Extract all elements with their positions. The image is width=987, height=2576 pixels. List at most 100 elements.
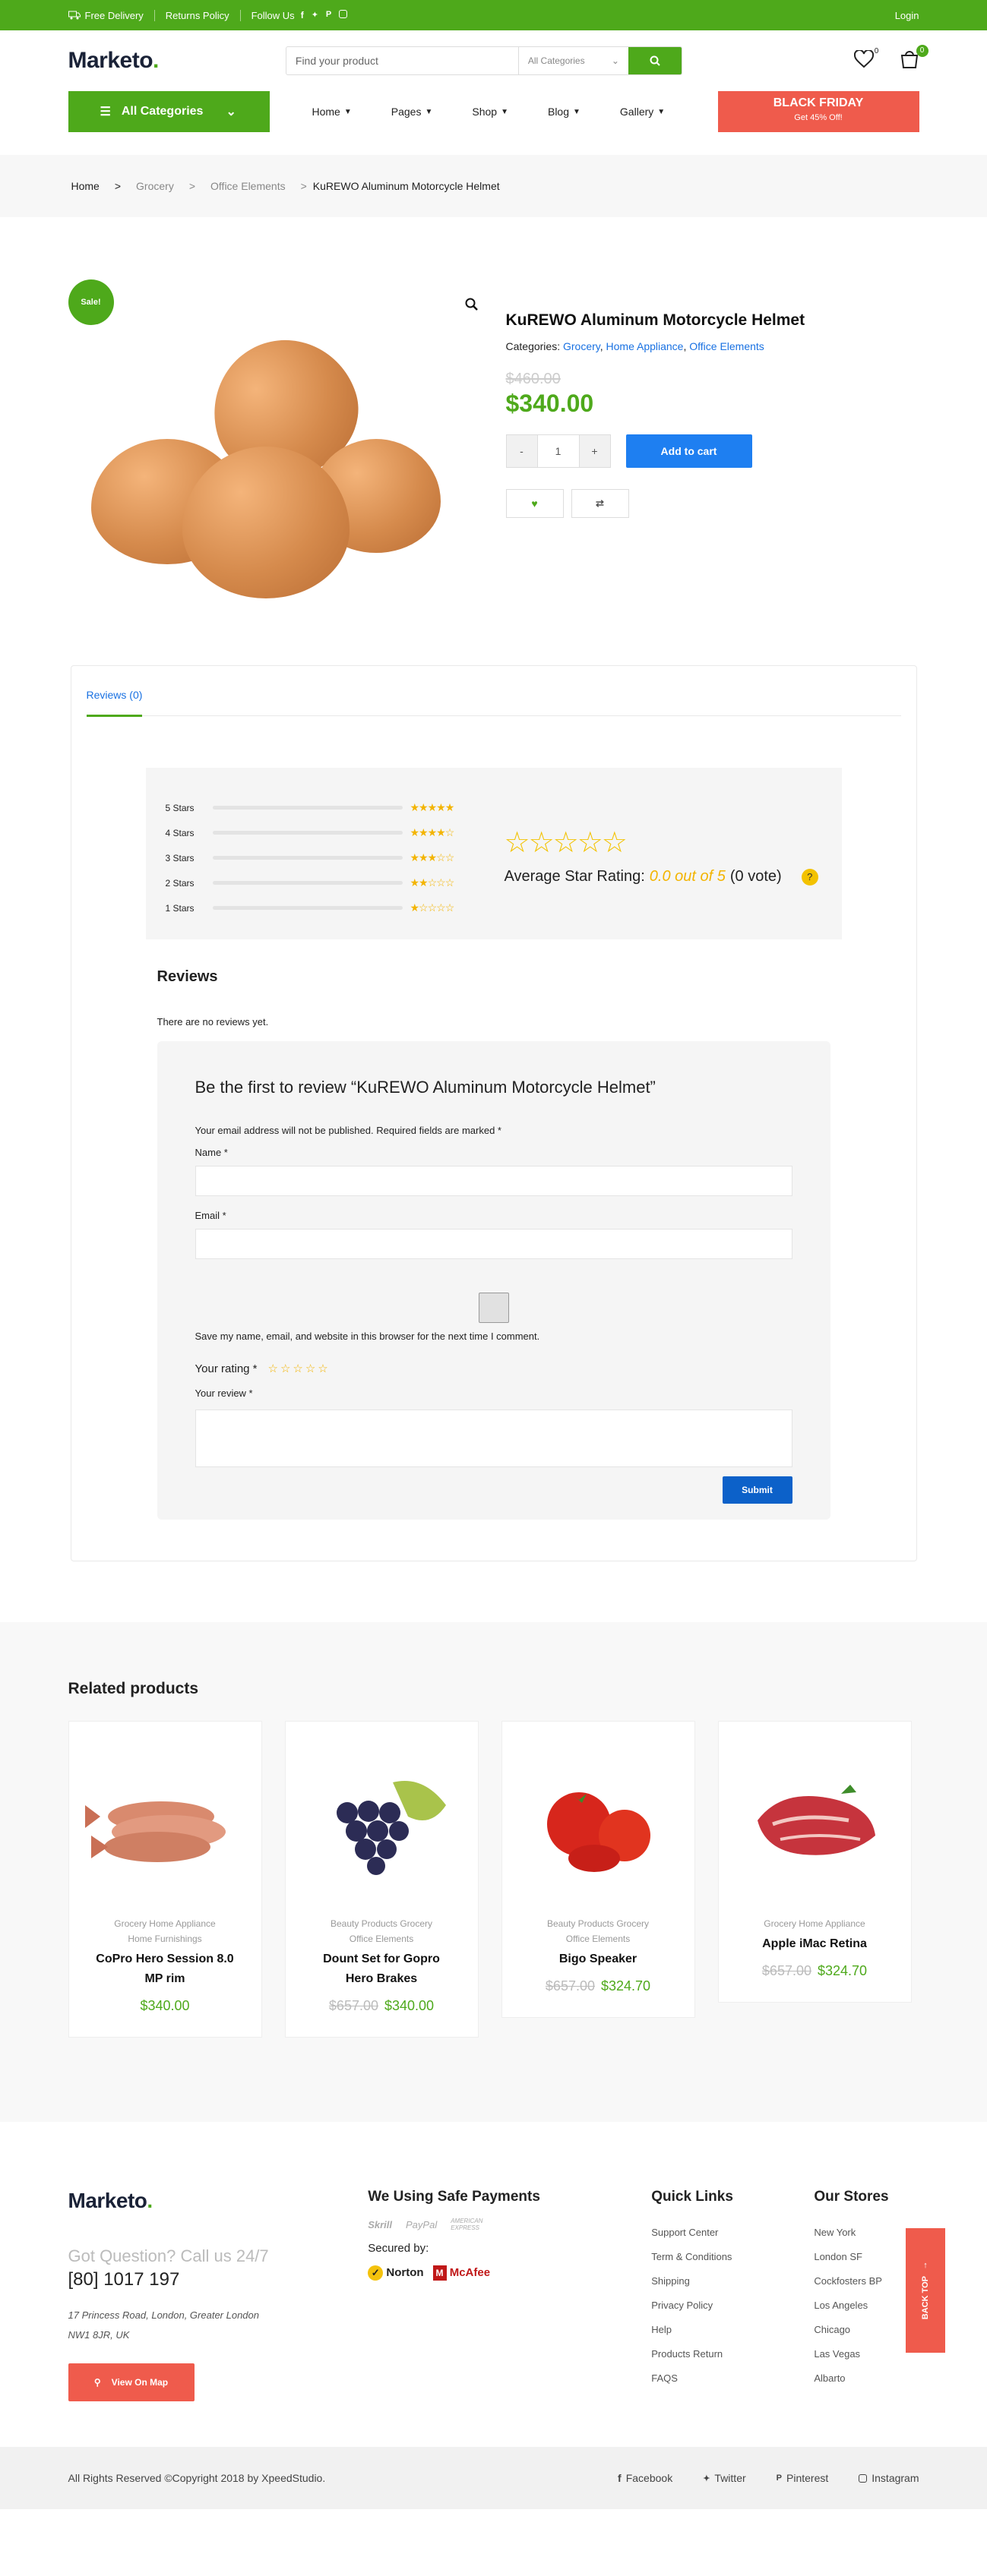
qty-minus-button[interactable]: - (506, 435, 537, 467)
category-link-home-appliance[interactable]: Home Appliance (606, 340, 684, 352)
product-card-name[interactable]: CoPro Hero Session 8.0 MP rim (84, 1949, 246, 1989)
zoom-icon[interactable] (465, 298, 479, 311)
related-heading: Related products (68, 1680, 199, 1697)
login-link[interactable]: Login (895, 10, 919, 21)
logo-dot: . (147, 2189, 153, 2212)
view-on-map-button[interactable]: ⚲ View On Map (68, 2363, 195, 2401)
instagram-icon[interactable] (339, 10, 348, 18)
store-link[interactable]: Albarto (814, 2366, 919, 2391)
map-button-label: View On Map (111, 2377, 169, 2388)
footer-link[interactable]: Term & Conditions (651, 2245, 814, 2269)
twitter-icon[interactable]: ✦ (312, 10, 318, 21)
footer-link[interactable]: FAQS (651, 2366, 814, 2391)
product-card-name[interactable]: Apple iMac Retina (734, 1934, 896, 1954)
store-link[interactable]: London SF (814, 2245, 919, 2269)
category-text: Beauty Products Grocery (330, 1918, 433, 1929)
save-info-checkbox[interactable] (478, 1293, 509, 1323)
rating-stars-input[interactable]: ☆☆☆☆☆ (268, 1362, 331, 1375)
back-to-top-button[interactable]: ↑ BACK TOP (906, 2228, 945, 2353)
social-link-instagram[interactable]: Instagram (859, 2472, 919, 2484)
facebook-icon[interactable]: f (301, 10, 304, 21)
nav-item-blog[interactable]: Blog ▼ (548, 106, 580, 118)
average-rating-label: Average Star Rating: (504, 868, 645, 885)
payments-heading: We Using Safe Payments (368, 2189, 540, 2205)
all-categories-button[interactable]: ☰ All Categories ⌄ (68, 91, 270, 132)
product-card-name[interactable]: Bigo Speaker (517, 1949, 679, 1969)
review-textarea[interactable] (195, 1410, 792, 1467)
product-image[interactable] (301, 1744, 463, 1896)
nav-item-home[interactable]: Home ▼ (312, 106, 352, 118)
help-icon[interactable]: ? (801, 868, 818, 886)
name-field[interactable] (195, 1166, 792, 1196)
add-to-cart-button[interactable]: Add to cart (625, 434, 752, 468)
footer-link[interactable]: Shipping (651, 2269, 814, 2293)
footer-link[interactable]: Privacy Policy (651, 2293, 814, 2318)
name-line: CoPro Hero Session 8.0 (96, 1953, 234, 1965)
email-field[interactable] (195, 1229, 792, 1259)
store-link[interactable]: Cockfosters BP (814, 2269, 919, 2293)
product-title: KuREWO Aluminum Motorcycle Helmet (505, 311, 805, 329)
grapes-image (337, 1781, 446, 1875)
compare-button[interactable]: ⇄ (571, 489, 629, 518)
store-link[interactable]: Los Angeles (814, 2293, 919, 2318)
footer-logo[interactable]: Marketo. (68, 2189, 369, 2213)
no-reviews-text: There are no reviews yet. (157, 1016, 269, 1028)
returns-policy-link[interactable]: Returns Policy (166, 9, 241, 21)
footer-link[interactable]: Products Return (651, 2342, 814, 2366)
submit-button[interactable]: Submit (722, 1476, 792, 1504)
logo-text: Marketo (68, 2189, 147, 2212)
social-link-facebook[interactable]: f Facebook (618, 2472, 672, 2484)
product-image[interactable] (734, 1744, 896, 1896)
qty-input[interactable]: 1 (536, 435, 580, 467)
store-link[interactable]: Chicago (814, 2318, 919, 2342)
product-image[interactable] (84, 1744, 246, 1896)
name-label: Name * (195, 1147, 228, 1158)
social-link-twitter[interactable]: ✦ Twitter (703, 2472, 745, 2484)
nav-label: Shop (472, 106, 498, 118)
search-input[interactable]: Find your product (286, 47, 518, 74)
category-select[interactable]: All Categories ⌄ (517, 47, 628, 74)
paypal-logo: PayPal (406, 2218, 438, 2230)
category-link-office-elements[interactable]: Office Elements (689, 340, 764, 352)
social-label: Instagram (872, 2472, 919, 2484)
rating-bar-track (212, 881, 403, 885)
nav-item-pages[interactable]: Pages ▼ (391, 106, 433, 118)
stars-icon: ★★★★★ (410, 801, 455, 813)
footer-link[interactable]: Support Center (651, 2221, 814, 2245)
category-link-grocery[interactable]: Grocery (563, 340, 600, 352)
qty-plus-button[interactable]: + (579, 435, 610, 467)
store-link[interactable]: Las Vegas (814, 2342, 919, 2366)
wishlist-button[interactable]: 0 (853, 47, 878, 72)
mcafee-badge: M McAfee (432, 2265, 490, 2281)
product-image[interactable] (517, 1744, 679, 1896)
product-gallery: Sale! (68, 279, 479, 665)
nav-item-shop[interactable]: Shop ▼ (472, 106, 508, 118)
breadcrumb-office-elements[interactable]: Office Elements (210, 180, 286, 192)
chevron-down-icon: ▼ (657, 107, 666, 116)
tab-reviews[interactable]: Reviews (0) (86, 689, 143, 717)
footer-link[interactable]: Help (651, 2318, 814, 2342)
copyright: All Rights Reserved ©Copyright 2018 by X… (68, 2472, 326, 2484)
social-label: Pinterest (786, 2472, 829, 2484)
product-card[interactable]: Beauty Products Grocery Office Elements B… (501, 1721, 695, 2018)
free-delivery-link[interactable]: Free Delivery (68, 9, 155, 21)
breadcrumb-home[interactable]: Home (71, 180, 100, 192)
product-image[interactable] (76, 321, 456, 598)
black-friday-banner[interactable]: BLACK FRIDAY Get 45% Off! (717, 91, 919, 132)
nav-item-gallery[interactable]: Gallery ▼ (620, 106, 665, 118)
product-card[interactable]: Beauty Products Grocery Office Elements D… (284, 1721, 479, 2038)
breadcrumb-grocery[interactable]: Grocery (136, 180, 174, 192)
product-card-name[interactable]: Dount Set for Gopro Hero Brakes (301, 1949, 463, 1989)
cart-button[interactable]: 0 (900, 44, 928, 73)
search-button[interactable] (628, 47, 682, 74)
product-card[interactable]: Grocery Home Appliance Home Furnishings C… (68, 1721, 262, 2038)
add-to-wishlist-button[interactable]: ♥ (505, 489, 564, 518)
store-link[interactable]: New York (814, 2221, 919, 2245)
pinterest-icon[interactable]: P (326, 10, 331, 21)
name-line: MP rim (144, 1972, 185, 1985)
product-card[interactable]: Grocery Home Appliance Apple iMac Retina… (717, 1721, 912, 2003)
logo[interactable]: Marketo. (68, 48, 160, 74)
free-delivery-label: Free Delivery (84, 9, 144, 21)
product-card-categories: Beauty Products Grocery Office Elements (301, 1916, 463, 1946)
social-link-pinterest[interactable]: P Pinterest (777, 2472, 829, 2484)
